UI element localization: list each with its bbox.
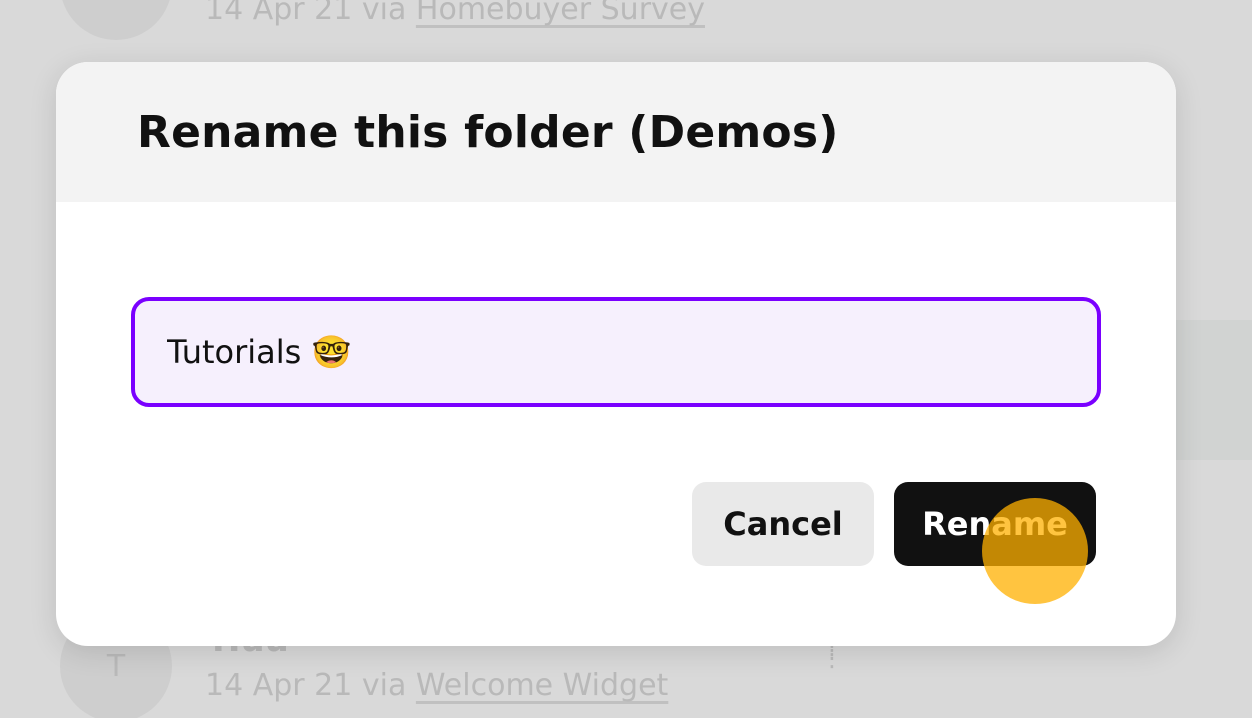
rename-folder-dialog: Rename this folder (Demos) Cancel Rename: [56, 62, 1176, 646]
dialog-header: Rename this folder (Demos): [56, 62, 1176, 202]
cancel-button[interactable]: Cancel: [692, 482, 874, 566]
rename-button[interactable]: Rename: [894, 482, 1096, 566]
dialog-title: Rename this folder (Demos): [137, 106, 839, 158]
folder-name-input[interactable]: [167, 333, 1097, 371]
folder-name-field[interactable]: [131, 297, 1101, 407]
